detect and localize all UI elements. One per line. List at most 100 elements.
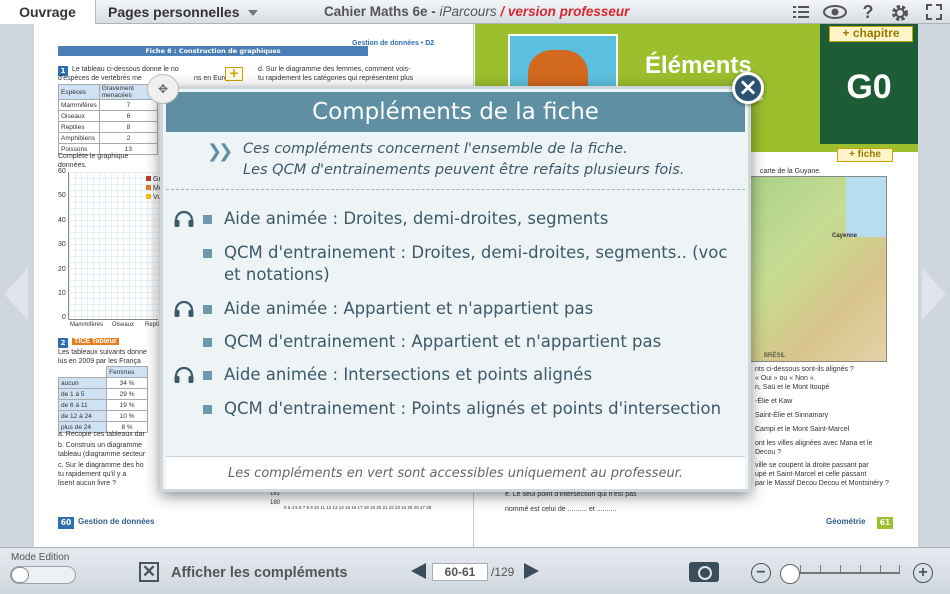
- question-text: -Élie et Kaw: [755, 398, 793, 405]
- question-text: par le Massif Decou Decou et Montsinéry …: [755, 480, 889, 487]
- legend-item: Gr: [146, 176, 161, 183]
- zoom-in-button[interactable]: +: [913, 563, 933, 583]
- question-text: c. Sur le diagramme des ho: [58, 462, 144, 469]
- question-text: a. Recopie ces tableaux dar: [58, 431, 145, 438]
- close-x-icon[interactable]: ✕: [139, 562, 159, 582]
- instruction-text: Complète le graphique: [58, 153, 129, 160]
- title-separator: /: [496, 4, 508, 19]
- question-text: Decou ?: [755, 449, 782, 456]
- previous-page-button[interactable]: [411, 563, 426, 579]
- mode-edition-toggle[interactable]: [10, 566, 76, 584]
- tab-pages-label: Pages personnelles: [108, 4, 240, 20]
- intro-line: Les QCM d'entrainements peuvent être ref…: [243, 162, 685, 178]
- question-text: tableau (diagramme secteur: [58, 451, 146, 458]
- fiche-complement-button[interactable]: + fiche: [837, 148, 893, 162]
- map-label: BRÉSIL: [764, 353, 786, 359]
- zoom-slider-knob[interactable]: [780, 564, 800, 584]
- page-footer: Géométrie: [826, 517, 866, 526]
- question-text: e. Le seul point d'intersection qui n'es…: [505, 491, 637, 498]
- camera-icon[interactable]: [689, 562, 719, 582]
- chapter-code-panel: + chapitre G0: [820, 24, 918, 144]
- complement-link[interactable]: QCM d'entrainement : Droites, demi-droit…: [224, 242, 744, 286]
- question-text: b. Construis un diagramme: [58, 442, 143, 449]
- complement-link[interactable]: QCM d'entrainement : Appartient et n'app…: [224, 331, 744, 353]
- tab-ouvrage[interactable]: Ouvrage: [0, 0, 96, 24]
- bullet-square: [203, 215, 212, 224]
- question-text: « Oui » ou « Non ».: [755, 375, 816, 382]
- x-axis-labels: 0 à 4 5 6 7 8 9 10 11 12 13 14 15 16 17 …: [284, 505, 432, 510]
- bullet-square: [203, 249, 212, 258]
- plus-complement-button[interactable]: +: [225, 67, 243, 81]
- page-total: /129: [491, 565, 515, 579]
- complement-link[interactable]: Aide animée : Droites, demi-droites, seg…: [224, 208, 744, 230]
- chapter-code: G0: [846, 68, 892, 106]
- headphones-icon: [174, 366, 194, 383]
- complement-link[interactable]: Aide animée : Intersections et points al…: [224, 364, 744, 386]
- gear-icon[interactable]: [889, 3, 911, 21]
- previous-page-arrow[interactable]: [4, 268, 28, 320]
- title-version: version professeur: [507, 4, 630, 19]
- y-tick: 50: [58, 192, 66, 199]
- chevron-down-icon: [247, 10, 258, 17]
- move-handle-icon[interactable]: ✥: [147, 74, 179, 104]
- chapter-complement-button[interactable]: + chapitre: [829, 26, 913, 42]
- table-cell: de 1 à 5: [57, 388, 108, 400]
- x-label: Mammifères: [70, 322, 104, 328]
- toggle-knob: [11, 567, 29, 583]
- y-tick: 60: [58, 168, 66, 175]
- bullet-square: [203, 338, 212, 347]
- page-footer: Gestion de données: [78, 517, 155, 526]
- dialog-title: Compléments de la fiche: [166, 92, 745, 132]
- eye-icon[interactable]: [823, 3, 847, 21]
- book-title: Cahier Maths 6e - iParcours / version pr…: [324, 0, 629, 24]
- bottom-toolbar: Mode Edition ✕ Afficher les compléments …: [0, 547, 950, 594]
- table-cell: de 12 à 24: [57, 410, 108, 422]
- help-icon[interactable]: ?: [859, 3, 877, 21]
- map-caption: carte de la Guyane.: [760, 168, 822, 175]
- complement-link[interactable]: Aide animée : Appartient et n'appartient…: [224, 298, 744, 320]
- question-text: d'espèces de vertébrés me: [58, 75, 142, 82]
- top-toolbar: Ouvrage Pages personnelles Cahier Maths …: [0, 0, 950, 24]
- zoom-out-button[interactable]: −: [751, 563, 771, 583]
- y-tick: 10: [58, 290, 66, 297]
- page-number: 61: [877, 517, 893, 529]
- question-text: Les tableaux suivants donne: [58, 349, 147, 356]
- list-icon[interactable]: [792, 3, 810, 21]
- complement-link[interactable]: QCM d'entrainement : Points alignés et p…: [224, 398, 744, 420]
- intro-line: Ces compléments concernent l'ensemble de…: [243, 141, 628, 157]
- question-text: tu rapidement qu'il y a: [58, 471, 127, 478]
- reading-table: Femmes aucun 34 % de 1 à 5 29 % de 6 à 11 1…: [57, 366, 148, 433]
- question-text: Le tableau ci-dessous donne le no: [72, 66, 179, 73]
- title-main: Cahier Maths 6e -: [324, 4, 440, 19]
- next-page-button[interactable]: [524, 563, 539, 579]
- y-tick: 40: [58, 217, 66, 224]
- next-page-arrow[interactable]: [922, 268, 946, 320]
- table-header: Espèces: [58, 84, 100, 100]
- y-tick: 20: [58, 266, 66, 273]
- mode-edition-label: Mode Edition: [11, 552, 70, 563]
- table-cell: 34 %: [106, 377, 148, 389]
- question-text: Campi et le Mont Saint-Marcel: [755, 426, 850, 433]
- y-tick: 30: [58, 241, 66, 248]
- tab-pages-personnelles[interactable]: Pages personnelles: [108, 0, 258, 24]
- species-table: Espèces Gravement menacées Mammifères 7 Oi…: [58, 84, 159, 155]
- complements-dialog: Compléments de la fiche ❯❯ Ces complémen…: [160, 86, 751, 492]
- dashed-separator: [166, 189, 745, 190]
- tice-badge: TICE Tableur: [72, 338, 119, 345]
- fiche-title: Fiche 6 : Construction de graphiques: [58, 46, 368, 56]
- close-dialog-button[interactable]: ×: [732, 72, 764, 104]
- fullscreen-icon[interactable]: [925, 3, 943, 21]
- headphones-icon: [174, 210, 194, 227]
- page-number-input[interactable]: 60-61: [432, 563, 488, 581]
- table-cell: Oiseaux: [58, 110, 100, 122]
- table-cell: 19 %: [106, 399, 148, 411]
- table-cell: 7: [98, 99, 159, 111]
- question-text: n, Saü et le Mont Itoupé: [755, 384, 830, 391]
- table-cell: 29 %: [106, 388, 148, 400]
- question-text: ont les villes alignées avec Mana et le: [755, 440, 873, 447]
- bullet-square: [203, 405, 212, 414]
- y-tick: 180: [270, 500, 281, 506]
- show-complements-label[interactable]: Afficher les compléments: [171, 565, 347, 581]
- table-cell: de 6 à 11: [57, 399, 108, 411]
- table-cell: 2: [98, 132, 159, 144]
